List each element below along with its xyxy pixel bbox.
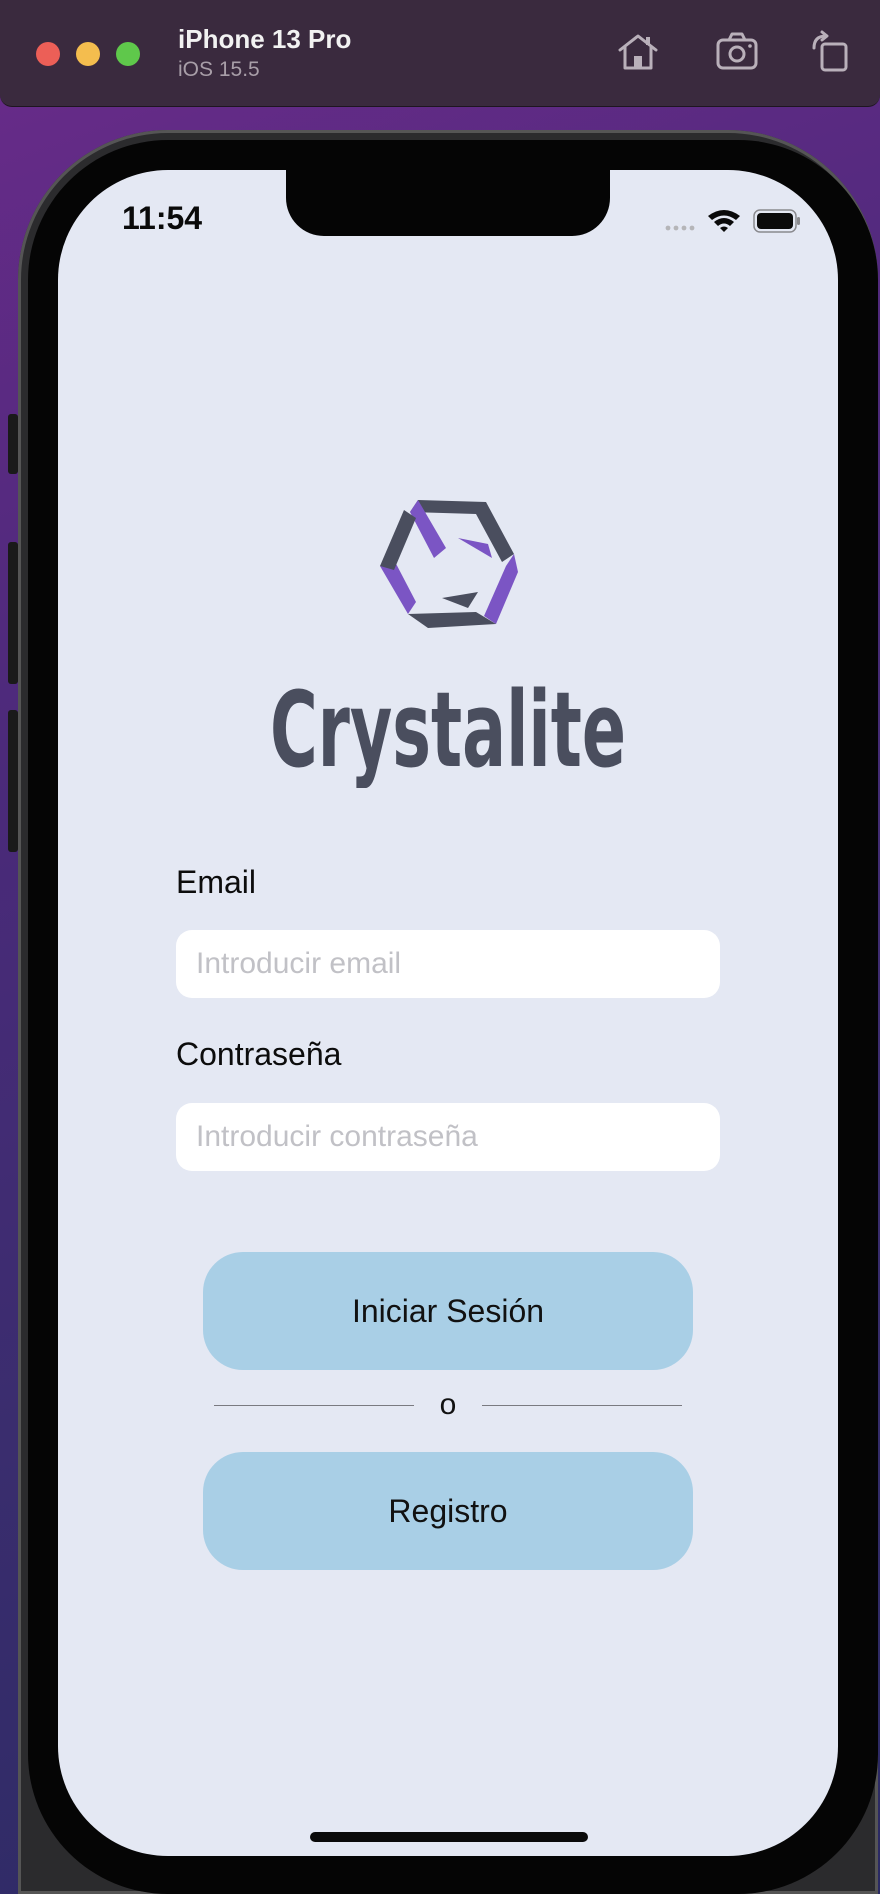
email-label: Email xyxy=(176,864,257,900)
hexagon-emblem-icon xyxy=(380,500,518,628)
close-window-button[interactable] xyxy=(36,42,60,66)
device-name: iPhone 13 Pro xyxy=(178,24,352,54)
email-field[interactable] xyxy=(176,930,720,998)
phone-screen: 11:54 Crystalite Email Introducir email … xyxy=(58,170,838,1856)
status-icons xyxy=(662,206,802,236)
signal-icon xyxy=(665,225,695,231)
crystalite-logo: Crystalite xyxy=(258,488,638,791)
divider-text: o xyxy=(439,1388,457,1421)
divider-line-left xyxy=(214,1405,414,1406)
os-version: iOS 15.5 xyxy=(178,58,260,81)
login-button[interactable]: Iniciar Sesión xyxy=(203,1252,693,1370)
simulator-titlebar: iPhone 13 Pro iOS 15.5 xyxy=(0,0,880,107)
volume-down-button xyxy=(8,710,18,852)
password-label: Contraseña xyxy=(176,1036,342,1072)
volume-up-button xyxy=(8,542,18,684)
notch xyxy=(286,170,610,236)
mute-switch xyxy=(8,414,18,474)
zoom-window-button[interactable] xyxy=(116,42,140,66)
register-button[interactable]: Registro xyxy=(203,1452,693,1570)
password-field[interactable] xyxy=(176,1103,720,1171)
brand-wordmark: Crystalite xyxy=(270,669,626,788)
wifi-icon xyxy=(708,210,740,232)
status-time: 11:54 xyxy=(122,200,203,236)
divider-line-right xyxy=(482,1405,682,1406)
home-indicator[interactable] xyxy=(310,1832,588,1842)
rotate-icon[interactable] xyxy=(806,28,854,76)
screenshot-icon[interactable] xyxy=(714,28,762,76)
battery-icon xyxy=(753,209,800,233)
minimize-window-button[interactable] xyxy=(76,42,100,66)
home-icon[interactable] xyxy=(614,28,662,76)
